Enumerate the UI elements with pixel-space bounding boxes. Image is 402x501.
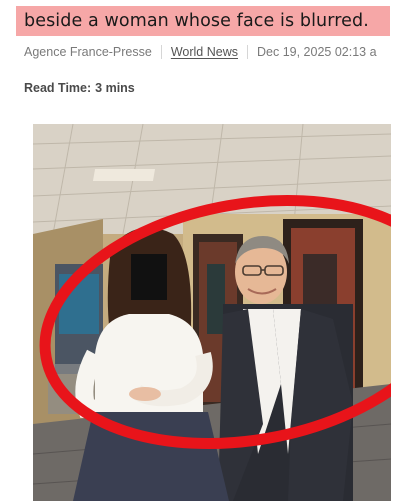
article-meta: Agence France-Presse World News Dec 19, … xyxy=(24,45,402,59)
meta-divider xyxy=(160,45,162,59)
source-label: Agence France-Presse xyxy=(24,45,152,59)
meta-divider xyxy=(247,45,248,59)
headline-highlight: beside a woman whose face is blurred. xyxy=(16,6,390,36)
photo-illustration xyxy=(33,124,391,501)
publish-date: Dec 19, 2025 02:13 a xyxy=(257,45,377,59)
read-time-value: 3 mins xyxy=(95,81,135,95)
read-time: Read Time: 3 mins xyxy=(24,81,135,95)
read-time-label: Read Time: xyxy=(24,81,92,95)
category-link[interactable]: World News xyxy=(171,45,238,59)
article-photo[interactable] xyxy=(33,124,391,501)
article-headline: beside a woman whose face is blurred. xyxy=(24,11,369,31)
